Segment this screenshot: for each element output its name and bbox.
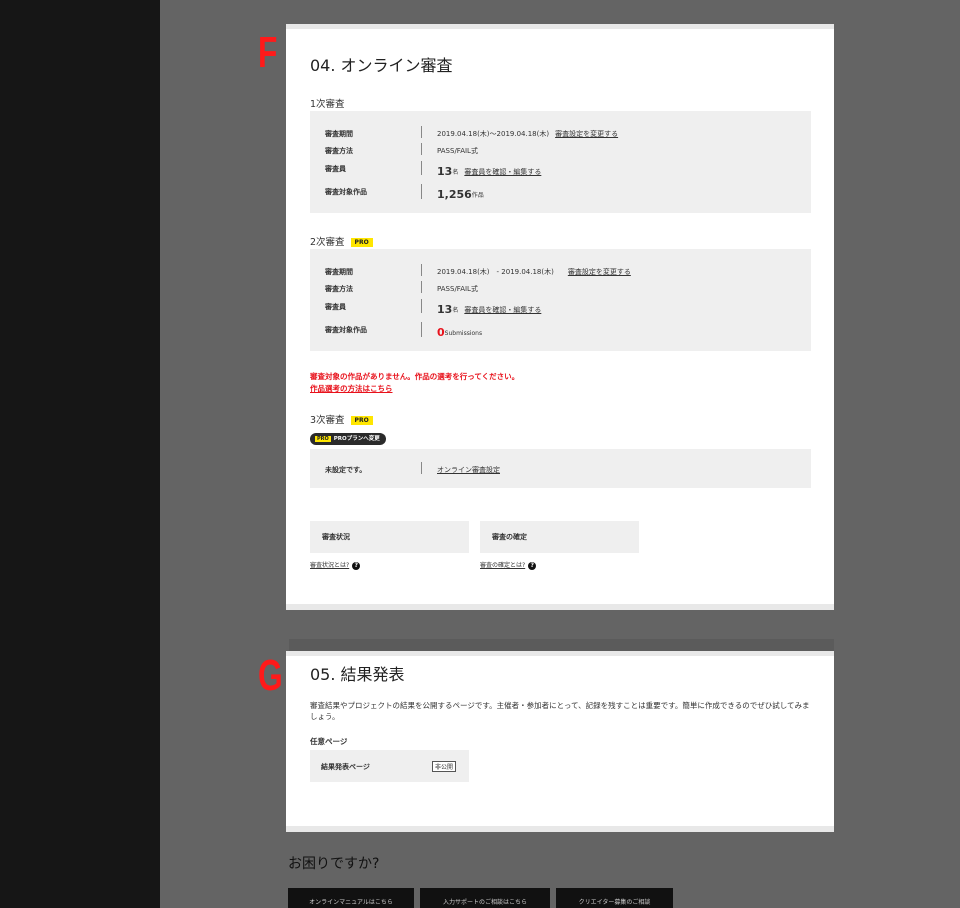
judges-label: 審査員 bbox=[325, 165, 346, 173]
stage2-works-row: 審査対象作品 0Submissions bbox=[325, 322, 801, 339]
error-message: 審査対象の作品がありません。作品の選考を行ってください。 bbox=[310, 372, 520, 381]
stage2-heading: 2次審査 PRO bbox=[310, 234, 373, 248]
status-value: オンライン審査設定 bbox=[437, 465, 500, 475]
online-review-card: 04. オンライン審査 1次審査 審査期間 2019.04.18(木)〜2019… bbox=[286, 24, 834, 610]
results-card: 05. 結果発表 審査結果やプロジェクトの結果を公開するページです。主催者・参加… bbox=[286, 651, 834, 832]
judges-count: 13 bbox=[437, 165, 453, 178]
upgrade-pro-button[interactable]: PRO PROプランへ変更 bbox=[310, 433, 386, 445]
stage1-box: 審査期間 2019.04.18(木)〜2019.04.18(木) 審査設定を変更す… bbox=[310, 111, 811, 213]
help-text: 審査状況とは? bbox=[310, 562, 350, 569]
stage1-judges-row: 審査員 13名 審査員を確認・編集する bbox=[325, 161, 801, 178]
stage2-judges-row: 審査員 13名 審査員を確認・編集する bbox=[325, 299, 801, 316]
stage2-heading-text: 2次審査 bbox=[310, 237, 345, 248]
divider bbox=[421, 264, 422, 276]
divider bbox=[421, 184, 422, 199]
input-support-button[interactable]: 入力サポートのご相談はこちら bbox=[420, 888, 550, 908]
stage2-method-row: 審査方法 PASS/FAIL式 bbox=[325, 281, 801, 295]
period-label: 審査期間 bbox=[325, 130, 353, 138]
method-value: PASS/FAIL式 bbox=[437, 147, 478, 155]
review-confirm-box[interactable]: 審査の確定 bbox=[480, 521, 639, 553]
upgrade-label: PROプランへ変更 bbox=[333, 436, 380, 442]
marker-f: F bbox=[258, 28, 278, 77]
manual-button[interactable]: オンラインマニュアルはこちら bbox=[288, 888, 414, 908]
review-confirm-help-link[interactable]: 審査の確定とは?? bbox=[480, 560, 537, 570]
stage2-box: 審査期間 2019.04.18(木) - 2019.04.18(木) 審査設定を変… bbox=[310, 249, 811, 351]
works-value: 1,256作品 bbox=[437, 187, 484, 201]
stage1-period-row: 審査期間 2019.04.18(木)〜2019.04.18(木) 審査設定を変更す… bbox=[325, 126, 801, 140]
change-settings-link[interactable]: 審査設定を変更する bbox=[555, 130, 618, 138]
stage1-works-row: 審査対象作品 1,256作品 bbox=[325, 184, 801, 201]
help-icon: ? bbox=[352, 561, 361, 570]
divider bbox=[421, 143, 422, 155]
stage1-heading: 1次審査 bbox=[310, 99, 345, 110]
divider bbox=[421, 126, 422, 138]
help-icon: ? bbox=[528, 561, 537, 570]
stage3-status-row: 未設定です。 オンライン審査設定 bbox=[325, 462, 801, 476]
pro-badge: PRO bbox=[350, 416, 373, 425]
review-status-help-link[interactable]: 審査状況とは?? bbox=[310, 560, 361, 570]
edit-judges-link[interactable]: 審査員を確認・編集する bbox=[464, 306, 541, 314]
private-badge: 非公開 bbox=[432, 761, 457, 772]
help-heading: お困りですか? bbox=[288, 856, 380, 872]
method-label: 審査方法 bbox=[325, 285, 353, 293]
period-value: 2019.04.18(木)〜2019.04.18(木) 審査設定を変更する bbox=[437, 129, 618, 139]
results-page-box[interactable]: 結果発表ページ 非公開 bbox=[310, 750, 469, 782]
divider bbox=[421, 161, 422, 175]
works-count: 1,256 bbox=[437, 188, 472, 201]
divider bbox=[421, 299, 422, 313]
divider bbox=[421, 462, 422, 474]
marker-g: G bbox=[258, 651, 283, 700]
works-label: 審査対象作品 bbox=[325, 326, 367, 334]
period-text: 2019.04.18(木) - 2019.04.18(木) bbox=[437, 268, 554, 276]
selection-help-link[interactable]: 作品選考の方法はこちら bbox=[310, 383, 519, 395]
stage3-box: 未設定です。 オンライン審査設定 bbox=[310, 449, 811, 488]
judges-label: 審査員 bbox=[325, 303, 346, 311]
judges-unit: 名 bbox=[452, 307, 459, 314]
method-label: 審査方法 bbox=[325, 147, 353, 155]
judges-value: 13名 審査員を確認・編集する bbox=[437, 164, 541, 178]
method-value: PASS/FAIL式 bbox=[437, 285, 478, 293]
results-description: 審査結果やプロジェクトの結果を公開するページです。主催者・参加者にとって、記録を… bbox=[310, 701, 810, 721]
works-unit: Submissions bbox=[444, 330, 483, 337]
status-text: 未設定です。 bbox=[325, 466, 367, 474]
judges-count: 13 bbox=[437, 303, 453, 316]
change-settings-link[interactable]: 審査設定を変更する bbox=[568, 268, 631, 276]
works-count: 0 bbox=[437, 326, 445, 339]
review-settings-link[interactable]: オンライン審査設定 bbox=[437, 466, 500, 474]
help-text: 審査の確定とは? bbox=[480, 562, 526, 569]
section-title-results: 05. 結果発表 bbox=[310, 665, 405, 684]
divider bbox=[421, 281, 422, 293]
section-title-online-review: 04. オンライン審査 bbox=[310, 56, 453, 75]
stage3-heading: 3次審査 PRO bbox=[310, 412, 373, 426]
judges-value: 13名 審査員を確認・編集する bbox=[437, 302, 541, 316]
pro-badge: PRO bbox=[350, 238, 373, 247]
stage3-heading-text: 3次審査 bbox=[310, 415, 345, 426]
period-text: 2019.04.18(木)〜2019.04.18(木) bbox=[437, 130, 550, 138]
divider bbox=[421, 322, 422, 337]
pro-tag: PRO bbox=[315, 436, 331, 442]
results-page-label: 結果発表ページ bbox=[321, 763, 370, 771]
optional-page-label: 任意ページ bbox=[310, 737, 348, 746]
works-unit: 作品 bbox=[471, 192, 484, 199]
works-value: 0Submissions bbox=[437, 325, 483, 339]
review-status-box[interactable]: 審査状況 bbox=[310, 521, 469, 553]
period-label: 審査期間 bbox=[325, 268, 353, 276]
creator-recruit-button[interactable]: クリエイター募集のご相談 bbox=[556, 888, 673, 908]
period-value: 2019.04.18(木) - 2019.04.18(木) 審査設定を変更する bbox=[437, 267, 631, 277]
sidebar bbox=[0, 0, 160, 908]
stage2-period-row: 審査期間 2019.04.18(木) - 2019.04.18(木) 審査設定を変… bbox=[325, 264, 801, 278]
no-works-error: 審査対象の作品がありません。作品の選考を行ってください。 作品選考の方法はこちら bbox=[310, 371, 519, 395]
judges-unit: 名 bbox=[452, 169, 459, 176]
edit-judges-link[interactable]: 審査員を確認・編集する bbox=[464, 168, 541, 176]
works-label: 審査対象作品 bbox=[325, 188, 367, 196]
stage1-method-row: 審査方法 PASS/FAIL式 bbox=[325, 143, 801, 157]
